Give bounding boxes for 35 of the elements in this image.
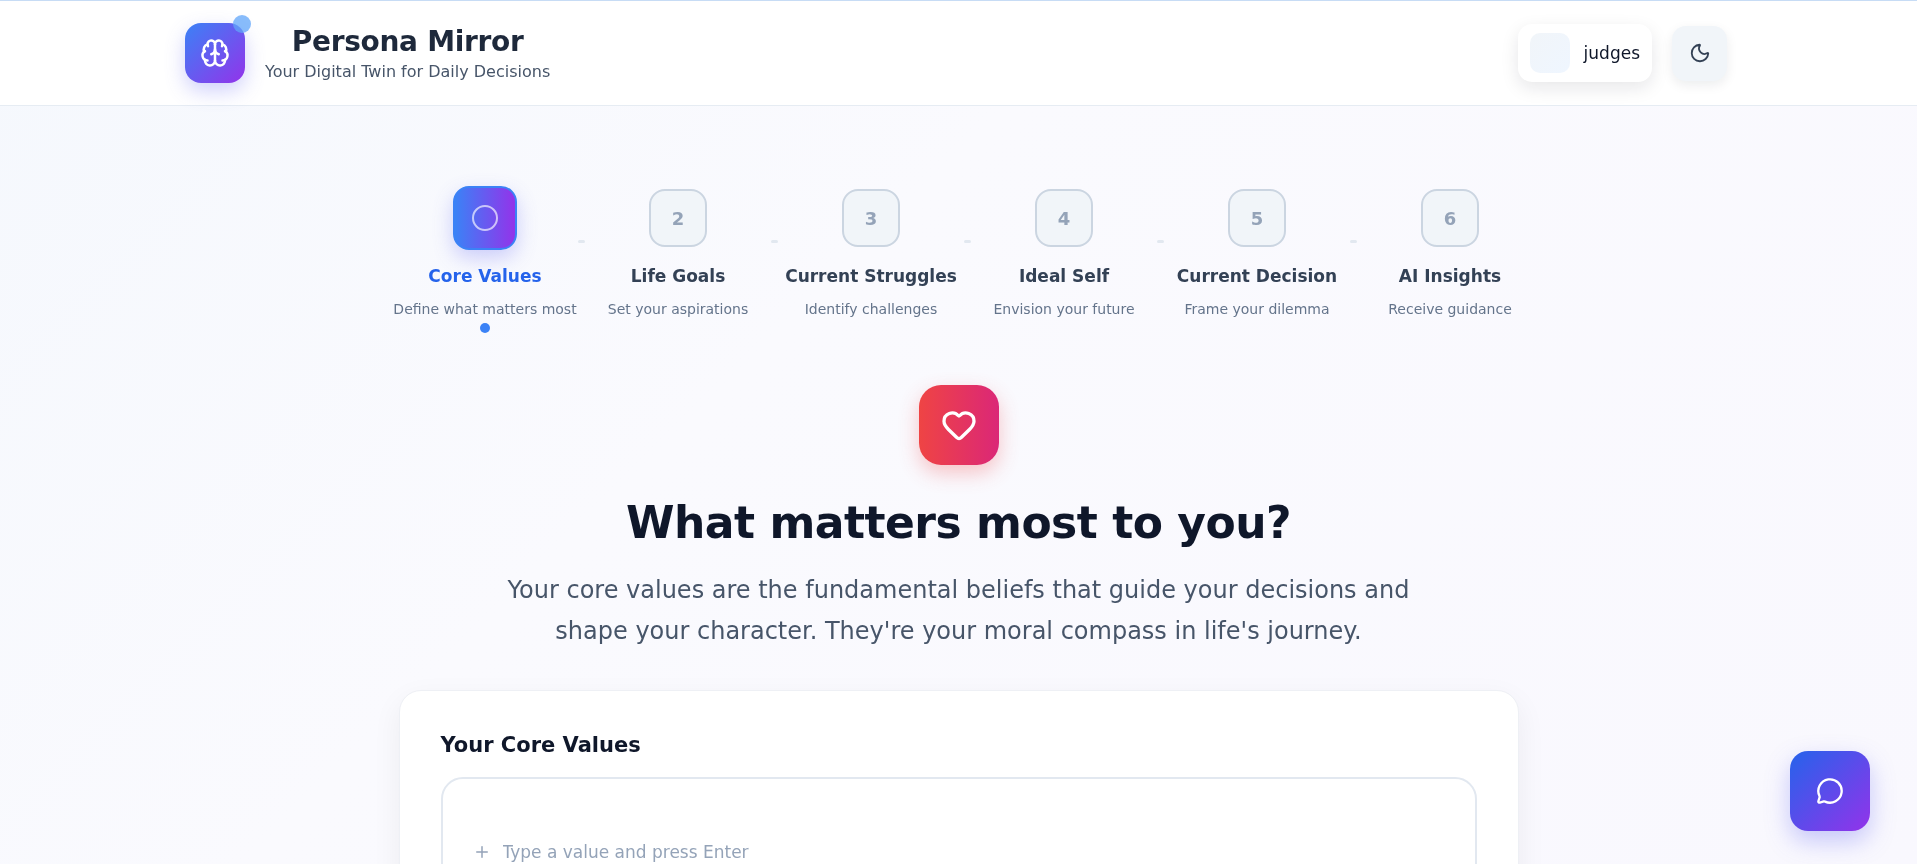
moon-icon: [1688, 42, 1711, 64]
step-indicator[interactable]: [453, 186, 517, 250]
values-input-box[interactable]: Type a value and press Enter: [440, 777, 1477, 864]
step-label: Core Values: [428, 266, 542, 286]
step-description: Receive guidance: [1388, 301, 1512, 317]
app-subtitle: Your Digital Twin for Daily Decisions: [265, 62, 551, 81]
value-input[interactable]: Type a value and press Enter: [500, 841, 1445, 863]
user-name: judges: [1583, 43, 1640, 63]
brain-icon: [200, 38, 230, 68]
section-heading: What matters most to you?: [626, 497, 1291, 548]
active-step-dot: [480, 323, 490, 333]
step-label: Ideal Self: [1018, 266, 1110, 286]
step-description: Frame your dilemma: [1184, 301, 1330, 317]
step-indicator[interactable]: 3: [842, 189, 900, 247]
step-label: AI Insights: [1398, 266, 1502, 286]
app-title: Persona Mirror: [291, 25, 524, 58]
chat-icon: [1816, 777, 1844, 805]
step-description: Envision your future: [993, 301, 1135, 317]
step-indicator[interactable]: 2: [649, 189, 707, 247]
step-label: Current Struggles: [785, 266, 957, 286]
step-label: Life Goals: [630, 266, 726, 286]
user-chip[interactable]: judges: [1517, 24, 1652, 82]
chat-button[interactable]: [1790, 751, 1870, 831]
step-label: Current Decision: [1176, 266, 1338, 286]
card-title: Your Core Values: [440, 733, 642, 757]
theme-toggle-button[interactable]: [1672, 25, 1727, 81]
ring-icon: [472, 205, 498, 231]
step-description: Define what matters most: [393, 301, 577, 317]
step-description: Set your aspirations: [607, 301, 749, 317]
step-indicator[interactable]: 5: [1228, 189, 1286, 247]
step-description: Identify challenges: [804, 301, 938, 317]
step-indicator[interactable]: 6: [1421, 189, 1479, 247]
status-dot: [233, 15, 251, 33]
section-description: Your core values are the fundamental beliefs that guide your decisions and shape your character. They're your moral compass in life's journey.: [506, 575, 1411, 647]
step-indicator[interactable]: 4: [1035, 189, 1093, 247]
